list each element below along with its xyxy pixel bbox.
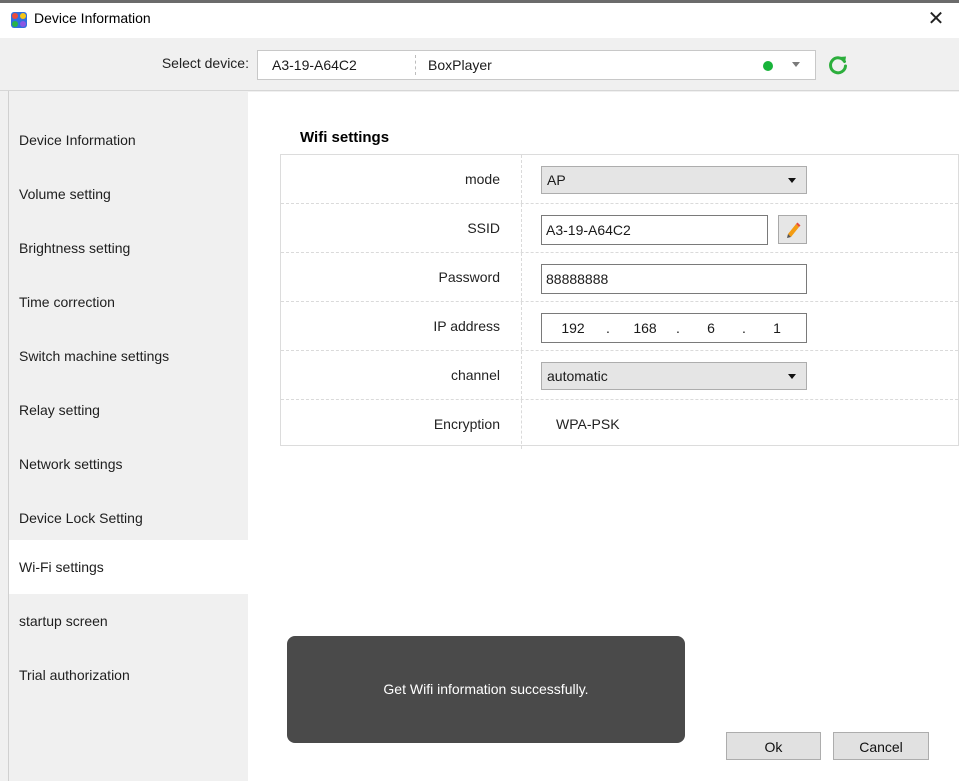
ok-button[interactable]: Ok [726, 732, 821, 760]
ip-octet-3[interactable]: 6 [694, 320, 728, 336]
sidebar-item-wifi-settings[interactable]: Wi-Fi settings [9, 540, 248, 594]
app-icon [11, 12, 27, 28]
window-left-edge [0, 91, 9, 781]
chevron-down-icon [788, 374, 796, 379]
chevron-down-icon[interactable] [792, 62, 800, 67]
encryption-label: Encryption [433, 416, 500, 432]
ip-octet-2[interactable]: 168 [628, 320, 662, 336]
row-channel: channel automatic [281, 351, 958, 400]
sidebar-item-relay-setting[interactable]: Relay setting [9, 383, 248, 437]
sidebar-item-time-correction[interactable]: Time correction [9, 275, 248, 329]
ssid-label: SSID [467, 220, 500, 236]
ip-octet-4[interactable]: 1 [760, 320, 794, 336]
password-label: Password [438, 269, 500, 285]
device-separator [415, 55, 416, 75]
device-bar: Select device: A3-19-A64C2 BoxPlayer [0, 38, 959, 91]
row-ssid: SSID A3-19-A64C2 [281, 204, 958, 253]
row-divider [521, 400, 522, 449]
row-divider [521, 351, 522, 399]
close-icon[interactable]: ✕ [913, 3, 959, 38]
channel-select[interactable]: automatic [541, 362, 807, 390]
row-divider [521, 155, 522, 203]
row-mode: mode AP [281, 155, 958, 204]
ssid-field[interactable]: A3-19-A64C2 [541, 215, 768, 245]
ip-dot: . [606, 320, 610, 336]
mode-select[interactable]: AP [541, 166, 807, 194]
main-content: Wifi settings mode AP SSID A3-19-A64C2 P… [248, 92, 959, 781]
channel-label: channel [450, 367, 500, 383]
title-bar: Device Information ✕ [0, 0, 959, 38]
sidebar-item-volume-setting[interactable]: Volume setting [9, 167, 248, 221]
ip-dot: . [742, 320, 746, 336]
section-title: Wifi settings [300, 129, 390, 146]
online-status-icon [763, 61, 773, 71]
sidebar-item-device-lock-setting[interactable]: Device Lock Setting [9, 491, 248, 545]
channel-value: automatic [547, 368, 608, 384]
sidebar-item-network-settings[interactable]: Network settings [9, 437, 248, 491]
row-ip-address: IP address 192 . 168 . 6 . 1 [281, 302, 958, 351]
chevron-down-icon [788, 178, 796, 183]
sidebar-item-switch-machine-settings[interactable]: Switch machine settings [9, 329, 248, 383]
sidebar-item-trial-authorization[interactable]: Trial authorization [9, 648, 248, 702]
device-id: A3-19-A64C2 [272, 57, 357, 73]
window-title: Device Information [34, 10, 151, 26]
encryption-value: WPA-PSK [556, 416, 620, 432]
device-name: BoxPlayer [428, 57, 492, 73]
sidebar-item-startup-screen[interactable]: startup screen [9, 594, 248, 648]
cancel-button[interactable]: Cancel [833, 732, 929, 760]
row-divider [521, 253, 522, 301]
select-device-label: Select device: [161, 55, 249, 71]
row-password: Password 88888888 [281, 253, 958, 302]
pencil-icon [787, 222, 801, 238]
device-select[interactable]: A3-19-A64C2 BoxPlayer [257, 50, 816, 80]
ip-octet-1[interactable]: 192 [556, 320, 590, 336]
mode-label: mode [464, 171, 500, 187]
ip-address-label: IP address [433, 318, 500, 334]
password-field[interactable]: 88888888 [541, 264, 807, 294]
sidebar-item-brightness-setting[interactable]: Brightness setting [9, 221, 248, 275]
row-divider [521, 302, 522, 350]
edit-ssid-button[interactable] [778, 215, 807, 244]
row-encryption: Encryption WPA-PSK [281, 400, 958, 449]
ip-dot: . [676, 320, 680, 336]
sidebar: Device Information Volume setting Bright… [9, 113, 248, 781]
refresh-icon[interactable] [826, 53, 850, 77]
mode-value: AP [547, 172, 566, 188]
status-toast: Get Wifi information successfully. [287, 636, 685, 743]
row-divider [521, 204, 522, 252]
wifi-settings-table: mode AP SSID A3-19-A64C2 Password 888888… [280, 154, 959, 449]
ip-address-field[interactable]: 192 . 168 . 6 . 1 [541, 313, 807, 343]
sidebar-item-device-information[interactable]: Device Information [9, 113, 248, 167]
